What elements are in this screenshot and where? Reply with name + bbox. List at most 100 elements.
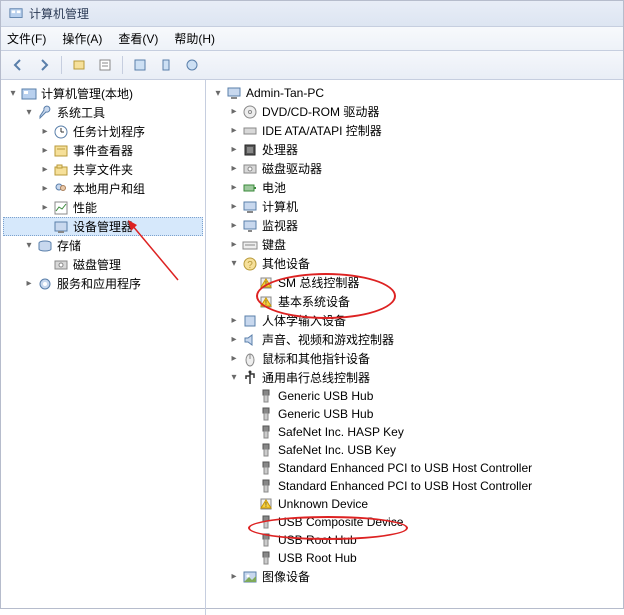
expand-icon[interactable]: ▸ [228,353,240,365]
tree-item[interactable]: SafeNet Inc. HASP Key [208,423,621,441]
expand-icon[interactable]: ▸ [23,278,35,290]
tree-item[interactable]: !SM 总线控制器 [208,273,621,292]
dvd-icon [242,104,258,120]
forward-button[interactable] [33,54,55,76]
collapse-icon[interactable]: ▾ [228,258,240,270]
expand-icon[interactable]: ▸ [228,334,240,346]
expand-icon[interactable]: ▸ [39,126,51,138]
expand-icon[interactable]: ▸ [228,571,240,583]
collapse-icon[interactable]: ▾ [23,240,35,252]
tree-item[interactable]: Generic USB Hub [208,387,621,405]
tree-label: 监视器 [260,217,300,234]
tree-item[interactable]: ▸ 监视器 [208,216,621,235]
collapse-icon[interactable]: ▾ [228,372,240,384]
computer-icon [226,85,242,101]
tree-item[interactable]: ▸IDE ATA/ATAPI 控制器 [208,121,621,140]
tree-item[interactable]: ▾?其他设备 [208,254,621,273]
back-button[interactable] [7,54,29,76]
tree-item[interactable]: ▸鼠标和其他指针设备 [208,349,621,368]
warn-icon: ! [258,294,274,310]
tree-item[interactable]: Generic USB Hub [208,405,621,423]
tree-item[interactable]: !基本系统设备 [208,292,621,311]
share-icon [53,162,69,178]
svg-text:!: ! [265,502,267,509]
tree-label: 通用串行总线控制器 [260,369,372,386]
tree-item[interactable]: !Unknown Device [208,495,621,513]
tree-item[interactable]: ▸人体学输入设备 [208,311,621,330]
usb-plug-icon [258,406,274,422]
tree-item[interactable]: ▸磁盘驱动器 [208,159,621,178]
tree-item[interactable]: 设备管理器 [3,217,203,236]
usb-plug-icon [258,388,274,404]
expand-icon[interactable]: ▸ [39,183,51,195]
event-icon [53,143,69,159]
left-tree[interactable]: ▾计算机管理(本地)▾系统工具▸任务计划程序▸事件查看器▸共享文件夹▸本地用户和… [3,84,203,293]
tree-item[interactable]: ▸键盘 [208,235,621,254]
expand-icon[interactable]: ▸ [228,220,240,232]
expand-icon[interactable]: ▸ [228,315,240,327]
expand-icon[interactable]: ▸ [39,145,51,157]
tree-item[interactable]: ▸ 共享文件夹 [3,160,203,179]
tree-label: 服务和应用程序 [55,275,143,292]
expand-icon[interactable]: ▸ [228,201,240,213]
expand-icon[interactable]: ▸ [228,106,240,118]
expand-icon[interactable]: ▸ [39,202,51,214]
collapse-icon[interactable]: ▾ [212,87,224,99]
tree-item[interactable]: ▸ 服务和应用程序 [3,274,203,293]
tree-item[interactable]: ▸电池 [208,178,621,197]
expand-icon[interactable]: ▸ [39,164,51,176]
right-pane[interactable]: ▾Admin-Tan-PC▸DVD/CD-ROM 驱动器▸IDE ATA/ATA… [206,80,623,615]
tree-label: USB Composite Device [276,515,405,529]
usb-icon [242,370,258,386]
menu-file[interactable]: 文件(F) [7,30,46,47]
mouse-icon [242,351,258,367]
tree-item[interactable]: SafeNet Inc. USB Key [208,441,621,459]
export-button[interactable] [155,54,177,76]
content-area: ▾计算机管理(本地)▾系统工具▸任务计划程序▸事件查看器▸共享文件夹▸本地用户和… [1,80,623,615]
tree-item[interactable]: ▸性能 [3,198,203,217]
tree-item[interactable]: ▸处理器 [208,140,621,159]
expand-icon[interactable]: ▸ [228,144,240,156]
tree-item[interactable]: ▸本地用户和组 [3,179,203,198]
tree-item[interactable]: ▸图像设备 [208,567,621,586]
help-button[interactable] [181,54,203,76]
tree-item[interactable]: ▸DVD/CD-ROM 驱动器 [208,102,621,121]
toolbar [1,51,623,80]
expand-icon[interactable]: ▸ [228,182,240,194]
tree-item[interactable]: ▸任务计划程序 [3,122,203,141]
props-button[interactable] [94,54,116,76]
services-icon [37,276,53,292]
collapse-icon[interactable]: ▾ [23,107,35,119]
tree-item[interactable]: USB Composite Device [208,513,621,531]
tree-item[interactable]: ▾ 通用串行总线控制器 [208,368,621,387]
tree-item[interactable]: ▸声音、视频和游戏控制器 [208,330,621,349]
refresh-button[interactable] [129,54,151,76]
expand-icon[interactable]: ▸ [228,163,240,175]
collapse-icon[interactable]: ▾ [7,88,19,100]
up-button[interactable] [68,54,90,76]
left-pane[interactable]: ▾计算机管理(本地)▾系统工具▸任务计划程序▸事件查看器▸共享文件夹▸本地用户和… [1,80,206,615]
tree-label: 共享文件夹 [71,161,135,178]
menu-action[interactable]: 操作(A) [62,30,102,47]
keyboard-icon [242,237,258,253]
tree-item[interactable]: ▾Admin-Tan-PC [208,84,621,102]
svg-text:!: ! [265,281,267,288]
tree-item[interactable]: USB Root Hub [208,531,621,549]
tree-item[interactable]: Standard Enhanced PCI to USB Host Contro… [208,477,621,495]
tree-item[interactable]: ▸事件查看器 [3,141,203,160]
tree-item[interactable]: Standard Enhanced PCI to USB Host Contro… [208,459,621,477]
menu-help[interactable]: 帮助(H) [174,30,215,47]
tree-item[interactable]: USB Root Hub [208,549,621,567]
usb-plug-icon [258,478,274,494]
tree-label: 存储 [55,237,83,254]
expand-icon[interactable]: ▸ [228,239,240,251]
tree-item[interactable]: 磁盘管理 [3,255,203,274]
tree-item[interactable]: ▾系统工具 [3,103,203,122]
tree-item[interactable]: ▾ 存储 [3,236,203,255]
tree-item[interactable]: ▾计算机管理(本地) [3,84,203,103]
right-tree[interactable]: ▾Admin-Tan-PC▸DVD/CD-ROM 驱动器▸IDE ATA/ATA… [208,84,621,586]
menu-view[interactable]: 查看(V) [118,30,158,47]
svg-text:?: ? [247,260,253,271]
tree-item[interactable]: ▸计算机 [208,197,621,216]
expand-icon[interactable]: ▸ [228,125,240,137]
